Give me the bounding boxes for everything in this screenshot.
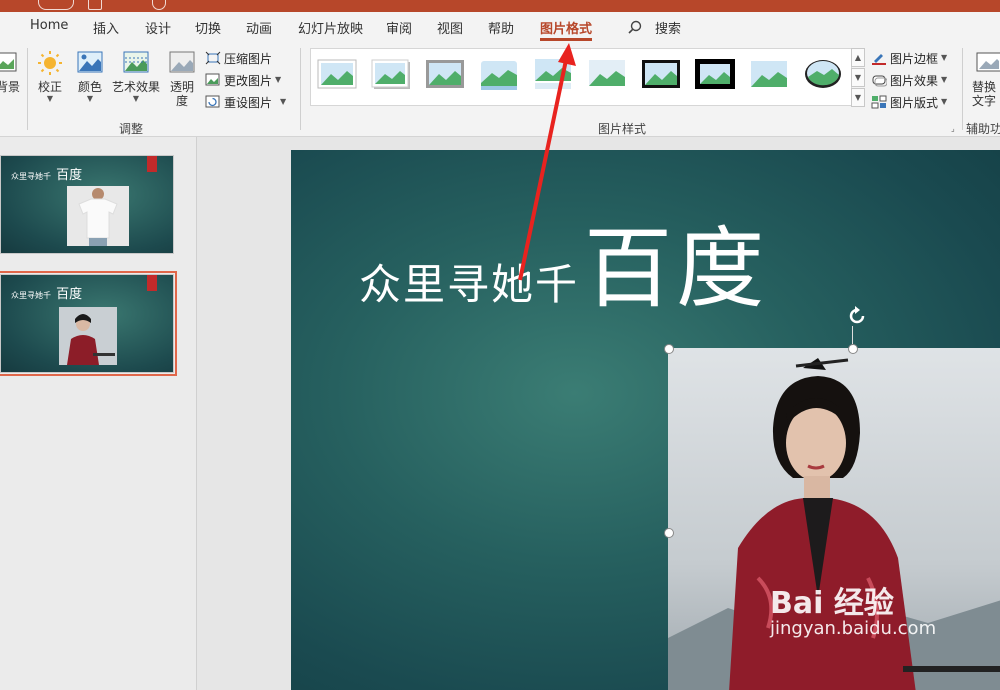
gallery-more[interactable]: ▼ (851, 88, 865, 107)
tab-picture-format[interactable]: 图片格式 (540, 18, 593, 41)
reset-picture-icon (205, 95, 220, 108)
change-picture-icon (205, 73, 220, 86)
remove-background-button[interactable]: 背景 (0, 50, 20, 94)
compress-pictures-button[interactable]: 压缩图片 (205, 48, 272, 68)
chevron-down-icon: ▼ (275, 75, 282, 84)
style-black-frame-icon[interactable] (641, 57, 681, 91)
red-tag (147, 156, 157, 172)
corrections-button[interactable]: 校正 ▼ (34, 50, 66, 104)
picture-color-icon (77, 51, 103, 73)
gallery-scroll-up[interactable]: ▲ (851, 48, 865, 67)
tab-review[interactable]: 审阅 (386, 18, 412, 37)
transparency-button[interactable]: 透明 度 (167, 50, 197, 108)
compress-icon (205, 51, 221, 65)
chevron-down-icon: ▼ (941, 53, 948, 62)
search-icon[interactable] (628, 20, 642, 34)
chevron-down-icon: ▼ (86, 94, 94, 103)
picture-border-button[interactable]: 图片边框 ▼ (871, 48, 947, 68)
red-tag (147, 275, 157, 291)
sun-icon (38, 51, 62, 75)
slide-thumbnail-panel: 众里寻她千 百度 众里寻她千 百度 (0, 137, 197, 690)
ribbon: 背景 校正 ▼ 颜色 ▼ 艺术效果 ▼ 透明 度 压缩图片 更改图片 ▼ 重设图… (0, 42, 1000, 137)
style-metal-frame-icon[interactable] (425, 57, 465, 91)
search-label[interactable]: 搜索 (655, 18, 681, 37)
accessibility-group-label: 辅助功 (966, 122, 1000, 136)
style-glow-icon[interactable] (587, 57, 627, 91)
separator (300, 48, 301, 130)
dialog-launcher-icon[interactable]: ⌟ (951, 124, 955, 133)
ribbon-tab-bar: Home 插入 设计 切换 动画 幻灯片放映 审阅 视图 帮助 图片格式 搜索 (0, 12, 1000, 42)
style-simple-frame-icon[interactable] (317, 57, 357, 91)
style-plain-icon[interactable] (749, 57, 789, 91)
remove-background-icon (0, 52, 17, 72)
picture-layout-icon (871, 95, 887, 109)
chevron-down-icon: ▼ (941, 75, 948, 84)
picture-styles-group-label: 图片样式 (598, 122, 647, 136)
tab-insert[interactable]: 插入 (93, 18, 119, 37)
gallery-scroll: ▲ ▼ ▼ (851, 48, 865, 107)
tab-home[interactable]: Home (30, 18, 68, 33)
rotate-handle-icon[interactable] (846, 305, 868, 327)
chevron-down-icon: ▼ (280, 97, 287, 106)
resize-handle-top[interactable] (848, 344, 858, 354)
color-button[interactable]: 颜色 ▼ (74, 50, 106, 104)
undo-icon[interactable] (152, 0, 166, 10)
picture-styles-gallery (310, 48, 852, 106)
tab-animations[interactable]: 动画 (246, 18, 272, 37)
separator (962, 48, 963, 130)
style-soft-edge-icon[interactable] (479, 57, 519, 91)
style-shadow-icon[interactable] (371, 57, 411, 91)
alt-text-button[interactable]: 替换 文字 (972, 50, 1000, 108)
artistic-effects-button[interactable]: 艺术效果 ▼ (112, 50, 160, 104)
separator (27, 48, 28, 130)
chevron-down-icon: ▼ (941, 97, 948, 106)
title-bar (0, 0, 1000, 12)
rotate-handle-line (852, 326, 853, 344)
picture-effects-icon (872, 75, 887, 87)
woman-photo-thumbnail (59, 307, 117, 365)
reset-picture-button[interactable]: 重设图片 ▼ (205, 92, 286, 112)
resize-handle-left[interactable] (664, 528, 674, 538)
tab-slideshow[interactable]: 幻灯片放映 (298, 18, 363, 37)
thumb-title: 众里寻她千 百度 (11, 287, 83, 302)
artistic-effects-icon (123, 51, 149, 73)
thumb-title: 众里寻她千 百度 (11, 168, 83, 183)
style-reflection-icon[interactable] (533, 57, 573, 91)
gallery-scroll-down[interactable]: ▼ (851, 68, 865, 87)
slide-title[interactable]: 众里寻她千 百度 (359, 198, 768, 325)
pencil-border-icon (872, 54, 886, 65)
baidu-jingyan-watermark: Bai 经验 jingyan.baidu.com (770, 586, 937, 639)
picture-layout-button[interactable]: 图片版式 ▼ (871, 92, 947, 112)
autosave-toggle[interactable] (38, 0, 74, 10)
chevron-down-icon: ▼ (46, 94, 54, 103)
alt-text-icon (976, 52, 1000, 72)
tab-view[interactable]: 视图 (437, 18, 463, 37)
adjust-group-label: 调整 (119, 122, 144, 136)
change-picture-button[interactable]: 更改图片 ▼ (205, 70, 281, 90)
white-tshirt-photo (67, 186, 129, 246)
style-thick-black-frame-icon[interactable] (695, 57, 735, 91)
slide-thumbnail-1[interactable]: 众里寻她千 百度 (0, 155, 174, 254)
picture-effects-button[interactable]: 图片效果 ▼ (871, 70, 947, 90)
tab-transitions[interactable]: 切换 (195, 18, 221, 37)
tab-design[interactable]: 设计 (145, 18, 171, 37)
transparency-icon (169, 51, 195, 73)
slide-thumbnail-2[interactable]: 众里寻她千 百度 (0, 271, 177, 376)
chevron-down-icon: ▼ (132, 94, 140, 103)
resize-handle-top-left[interactable] (664, 344, 674, 354)
tab-help[interactable]: 帮助 (488, 18, 514, 37)
save-icon[interactable] (88, 0, 102, 10)
style-oval-icon[interactable] (803, 57, 843, 91)
